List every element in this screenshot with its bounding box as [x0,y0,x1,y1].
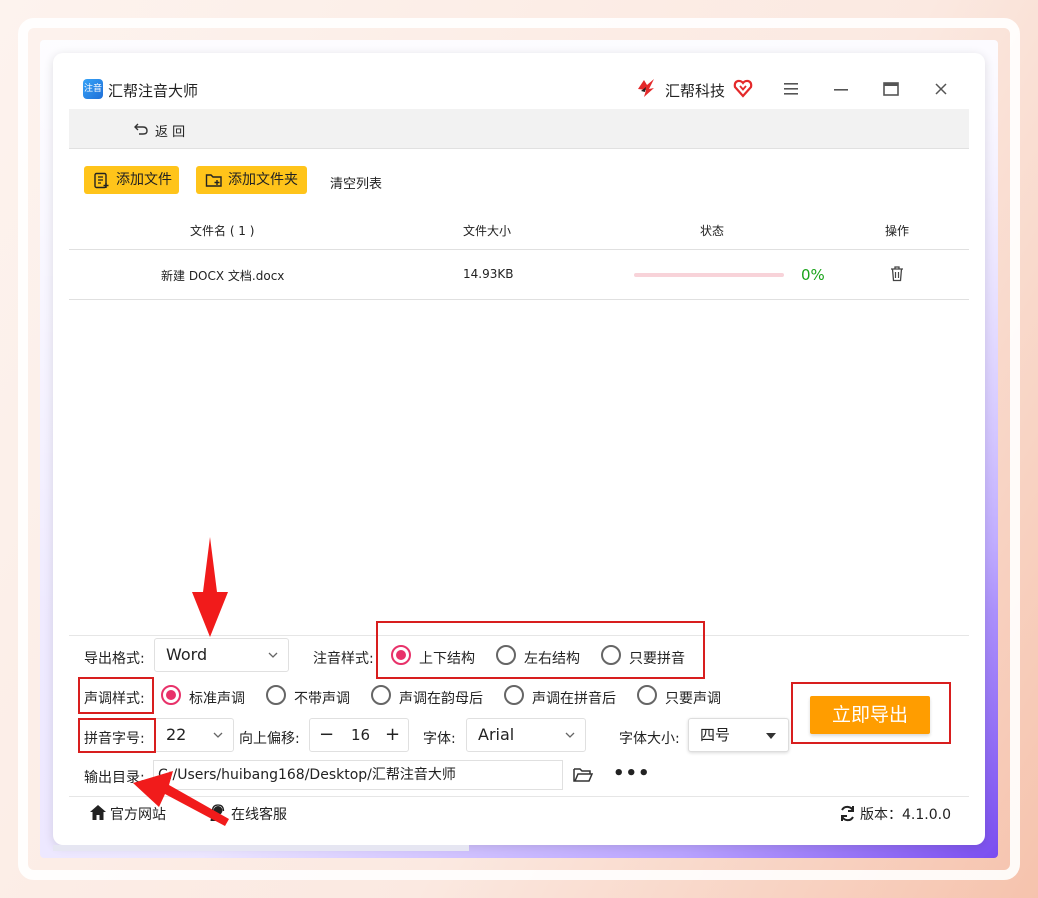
font-size-value: 四号 [700,726,731,744]
app-window: 注音 汇帮注音大师 汇帮科技 返 回 添加文件 添加文件夹 清空列表 文件名 (… [53,53,985,845]
tone-style-label: 声调样式: [84,691,145,707]
output-dir-label: 输出目录: [84,770,145,786]
file-size-cell: 14.93KB [463,267,514,281]
bottom-accent-bar [53,845,469,851]
pinyin-size-label: 拼音字号: [84,731,145,747]
export-now-button[interactable]: 立即导出 [810,696,930,734]
annotation-style-label: 注音样式: [313,651,374,667]
back-button[interactable]: 返 回 [155,121,185,140]
red-arrow-down-icon [192,537,228,637]
file-name-cell: 新建 DOCX 文档.docx [161,269,285,283]
add-file-icon [94,172,109,189]
font-select[interactable]: Arial [466,718,586,752]
col-header-name: 文件名 ( 1 ) [190,224,255,238]
add-folder-icon [205,174,222,187]
add-file-label: 添加文件 [116,172,172,188]
chevron-down-icon [213,732,223,738]
radio-tone-none[interactable] [266,685,286,705]
clear-list-button[interactable]: 清空列表 [330,173,382,192]
export-format-value: Word [166,645,208,664]
offset-increment-button[interactable]: + [385,719,400,751]
radio-annotation-pinyin-only[interactable] [601,645,621,665]
offset-value: 16 [351,726,371,744]
offset-decrement-button[interactable]: − [319,719,334,751]
radio-annotation-vertical[interactable] [391,645,411,665]
col-header-action: 操作 [885,224,910,238]
close-button[interactable] [926,75,956,103]
hamburger-icon [784,83,798,95]
more-options-button[interactable]: ••• [613,763,651,784]
trash-icon[interactable] [889,265,905,282]
version-label: 版本：4.1.0.0 [860,807,951,823]
tone-only-label[interactable]: 只要声调 [665,688,721,708]
radio-annotation-horizontal[interactable] [496,645,516,665]
font-size-select[interactable]: 四号 [688,718,789,752]
maximize-icon [883,82,899,96]
title-bar: 注音 汇帮注音大师 汇帮科技 [53,53,985,109]
brand-logo-icon [638,79,654,97]
radio-tone-after-pinyin[interactable] [504,685,524,705]
app-logo-icon: 注音 [83,79,103,99]
tone-standard-label[interactable]: 标准声调 [189,688,245,708]
open-folder-icon[interactable] [572,765,594,785]
home-icon [90,805,106,820]
close-icon [935,83,947,95]
refresh-icon[interactable] [839,805,856,822]
radio-tone-only[interactable] [637,685,657,705]
tone-after-final-label[interactable]: 声调在韵母后 [399,688,483,708]
pinyin-size-select[interactable]: 22 [154,718,234,752]
add-file-button[interactable]: 添加文件 [84,166,179,194]
progress-percent: 0% [801,266,825,284]
radio-tone-after-final[interactable] [371,685,391,705]
back-bar: 返 回 [69,109,969,149]
minimize-button[interactable] [826,75,856,103]
app-title: 汇帮注音大师 [108,82,199,100]
tone-after-pinyin-label[interactable]: 声调在拼音后 [532,688,616,708]
radio-tone-standard[interactable] [161,685,181,705]
col-header-status: 状态 [700,224,725,238]
tone-none-label[interactable]: 不带声调 [294,688,350,708]
annotation-pinyin-only-label[interactable]: 只要拼音 [629,648,685,668]
progress-bar [634,273,784,277]
col-header-size: 文件大小 [463,224,512,238]
minimize-icon [834,89,848,91]
annotation-vertical-label[interactable]: 上下结构 [419,648,475,668]
customer-service-icon [210,804,226,821]
online-support-link[interactable]: 在线客服 [231,804,287,824]
add-folder-label: 添加文件夹 [228,172,298,188]
settings-divider [69,635,969,636]
output-dir-input[interactable]: C:/Users/huibang168/Desktop/汇帮注音大师 [153,760,563,790]
menu-button[interactable] [776,75,806,103]
back-arrow-icon[interactable] [133,121,149,137]
offset-label: 向上偏移: [239,731,300,747]
export-format-label: 导出格式: [84,651,145,667]
add-folder-button[interactable]: 添加文件夹 [196,166,307,194]
brand-name: 汇帮科技 [665,82,726,100]
chevron-down-icon [268,652,278,658]
pinyin-size-value: 22 [166,725,187,744]
caret-down-icon [766,733,776,739]
heart-gem-icon[interactable] [733,78,753,98]
annotation-horizontal-label[interactable]: 左右结构 [524,648,580,668]
chevron-down-icon [565,732,575,738]
row-divider [69,299,969,300]
footer-divider [69,796,969,797]
font-size-label: 字体大小: [619,731,680,747]
header-divider [69,249,969,250]
font-label: 字体: [423,731,456,747]
export-format-select[interactable]: Word [154,638,289,672]
font-value: Arial [478,725,515,744]
offset-stepper[interactable]: − 16 + [309,718,409,752]
maximize-button[interactable] [876,75,906,103]
official-website-link[interactable]: 官方网站 [110,804,166,824]
